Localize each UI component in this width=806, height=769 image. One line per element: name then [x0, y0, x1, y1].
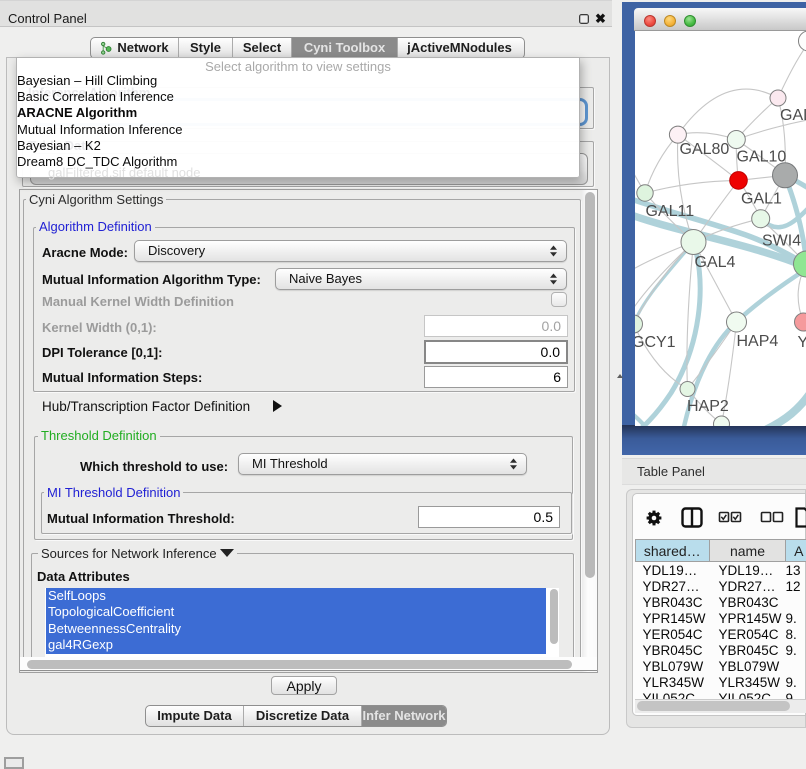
svg-text:Y: Y: [797, 334, 806, 351]
svg-text:GAL80: GAL80: [679, 141, 729, 158]
svg-text:GAL4: GAL4: [694, 254, 735, 271]
svg-text:GAL10: GAL10: [736, 149, 786, 166]
svg-text:GAL11: GAL11: [645, 203, 694, 220]
svg-text:GAL1: GAL1: [741, 191, 782, 208]
svg-text:HAP2: HAP2: [687, 398, 729, 415]
svg-text:SWI4: SWI4: [762, 233, 801, 250]
svg-text:GAL7: GAL7: [780, 107, 806, 124]
svg-text:HAP4: HAP4: [736, 333, 778, 350]
svg-text:GCY1: GCY1: [635, 334, 676, 351]
